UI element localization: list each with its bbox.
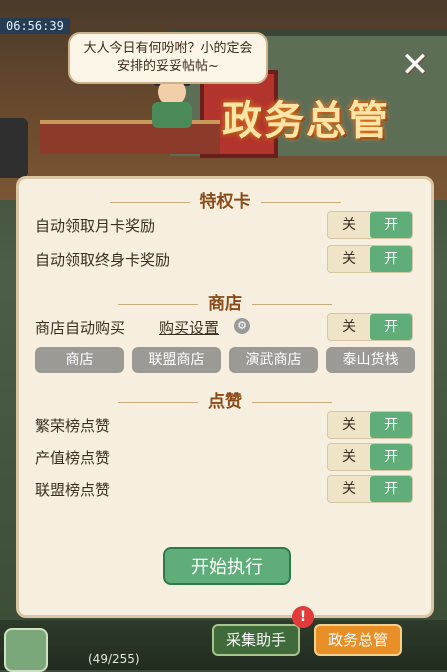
row-label: 产值榜点赞 xyxy=(35,449,111,467)
row-like-alliance: 联盟榜点赞 关 开 xyxy=(35,475,415,503)
shop-tab-alliance[interactable]: 联盟商店 xyxy=(132,347,221,373)
toggle-on[interactable]: 开 xyxy=(370,412,412,438)
section-title-text: 特权卡 xyxy=(199,192,251,212)
toggle-like-prosperity[interactable]: 关 开 xyxy=(327,411,413,439)
shop-tabs: 商店 联盟商店 演武商店 泰山货栈 xyxy=(35,347,415,373)
notice-badge: ! xyxy=(292,606,314,628)
toggle-off[interactable]: 关 xyxy=(328,212,370,238)
character-body xyxy=(152,102,192,128)
toggle-on[interactable]: 开 xyxy=(370,444,412,470)
page-title: 政务总管 xyxy=(222,98,390,144)
section-title-text: 商店 xyxy=(208,294,242,314)
row-like-prosperity: 繁荣榜点赞 关 开 xyxy=(35,411,415,439)
toggle-off[interactable]: 关 xyxy=(328,476,370,502)
section-title-shop: 商店 xyxy=(19,289,431,314)
toggle-lifetime-card[interactable]: 关 开 xyxy=(327,245,413,273)
section-title-text: 点赞 xyxy=(208,392,242,412)
steward-character xyxy=(150,72,194,128)
row-label: 繁荣榜点赞 xyxy=(35,417,111,435)
start-button[interactable]: 开始执行 xyxy=(163,547,291,585)
row-like-output: 产值榜点赞 关 开 xyxy=(35,443,415,471)
row-label: 自动领取终身卡奖励 xyxy=(35,251,171,269)
ornament-left xyxy=(109,201,190,203)
toggle-on[interactable]: 开 xyxy=(370,476,412,502)
section-title-privilege: 特权卡 xyxy=(19,187,431,212)
row-label: 自动领取月卡奖励 xyxy=(35,217,156,235)
toggle-off[interactable]: 关 xyxy=(328,314,370,340)
row-shop-auto-buy: 商店自动购买 购买设置 ⚙ 关 开 xyxy=(35,313,415,341)
shop-tab-taishan[interactable]: 泰山货栈 xyxy=(326,347,415,373)
toggle-on[interactable]: 开 xyxy=(370,314,412,340)
ornament-left xyxy=(118,401,198,403)
toggle-off[interactable]: 关 xyxy=(328,246,370,272)
clock: 06:56:39 xyxy=(0,18,70,34)
toggle-on[interactable]: 开 xyxy=(370,212,412,238)
row-label: 商店自动购买 xyxy=(35,319,126,337)
affairs-manager-button[interactable]: 政务总管 xyxy=(314,624,403,656)
row-monthly-card: 自动领取月卡奖励 关 开 xyxy=(35,211,415,239)
ornament-right xyxy=(252,401,332,403)
avatar[interactable] xyxy=(4,628,48,672)
row-label: 联盟榜点赞 xyxy=(35,481,111,499)
toggle-off[interactable]: 关 xyxy=(328,412,370,438)
collect-helper-button[interactable]: 采集助手 xyxy=(212,624,301,656)
shop-tab-martial[interactable]: 演武商店 xyxy=(229,347,318,373)
toggle-monthly-card[interactable]: 关 开 xyxy=(327,211,413,239)
left-side-strip xyxy=(0,118,28,178)
toggle-like-alliance[interactable]: 关 开 xyxy=(327,475,413,503)
toggle-off[interactable]: 关 xyxy=(328,444,370,470)
ornament-right xyxy=(260,201,341,203)
ornament-left xyxy=(118,303,198,305)
row-lifetime-card: 自动领取终身卡奖励 关 开 xyxy=(35,245,415,273)
gear-icon[interactable]: ⚙ xyxy=(234,318,250,334)
purchase-settings-link[interactable]: 购买设置 xyxy=(159,317,219,338)
toggle-on[interactable]: 开 xyxy=(370,246,412,272)
settings-panel: 特权卡 自动领取月卡奖励 关 开 自动领取终身卡奖励 关 开 商店 商店自动购买… xyxy=(16,176,434,618)
page-counter: (49/255) xyxy=(88,652,140,666)
shop-tab-store[interactable]: 商店 xyxy=(35,347,124,373)
ornament-right xyxy=(252,303,332,305)
speech-bubble: 大人今日有何吩咐？小的定会安排的妥妥帖帖~ xyxy=(68,32,268,84)
toggle-like-output[interactable]: 关 开 xyxy=(327,443,413,471)
close-icon[interactable]: ✕ xyxy=(398,48,432,82)
section-title-like: 点赞 xyxy=(19,387,431,412)
toggle-shop-auto-buy[interactable]: 关 开 xyxy=(327,313,413,341)
